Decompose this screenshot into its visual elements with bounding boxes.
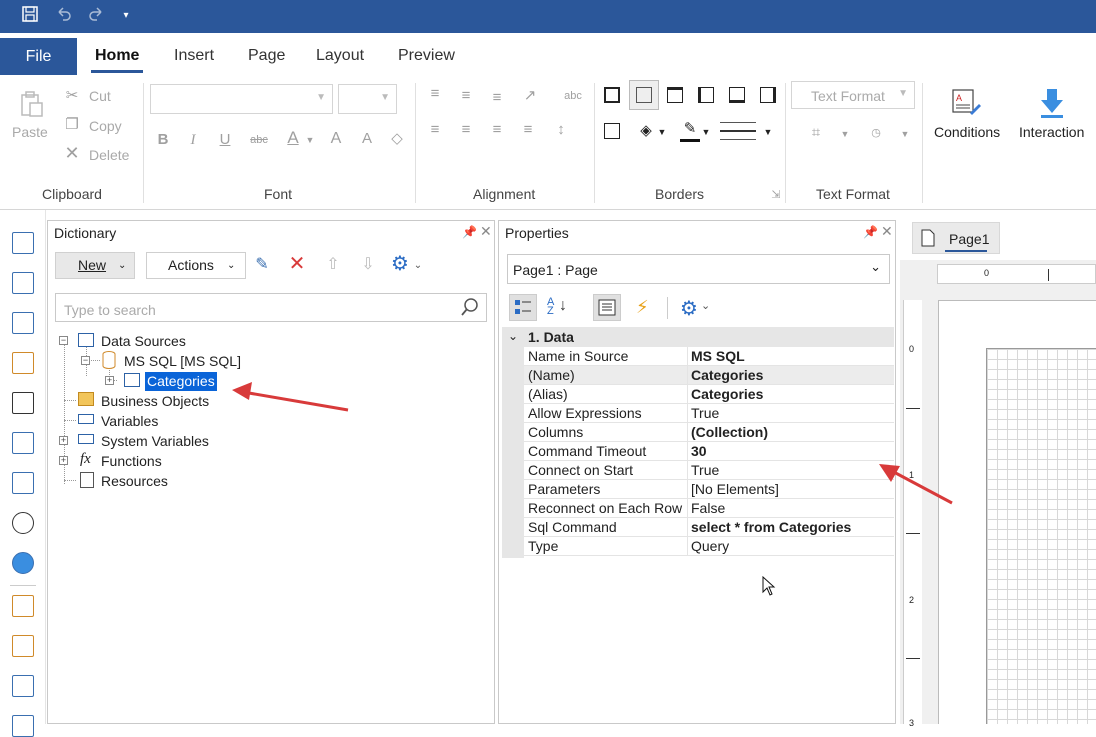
annotation-arrow-categories [243,392,348,410]
annotation-arrow-properties [890,470,952,503]
annotation-arrows [0,0,1096,724]
annotation-arrowhead [232,382,252,400]
